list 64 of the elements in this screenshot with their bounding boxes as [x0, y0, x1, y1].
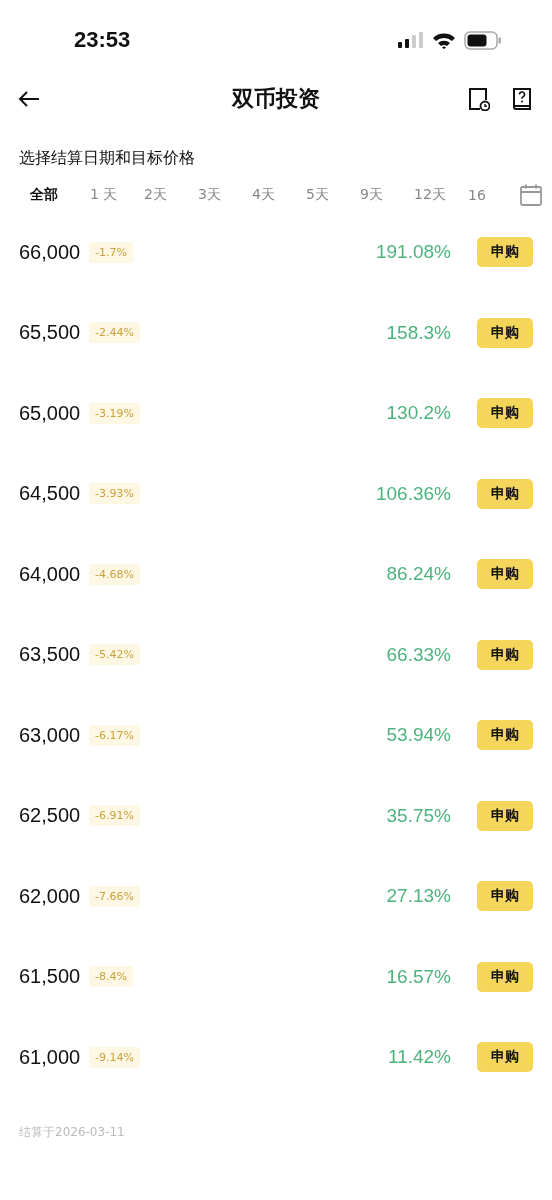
date-tab[interactable]: 全部	[30, 186, 90, 204]
apr-value: 86.24%	[386, 563, 451, 586]
change-tag: -4.68%	[89, 563, 140, 585]
target-price: 64,000	[19, 562, 82, 586]
apr-value: 66.33%	[386, 643, 451, 666]
section-heading: 选择结算日期和目标价格	[18, 147, 196, 169]
status-time: 23:53	[74, 27, 131, 53]
subscribe-button[interactable]: 申购	[477, 237, 533, 268]
subscribe-button[interactable]: 申购	[477, 639, 533, 670]
subscribe-button[interactable]: 申购	[477, 881, 533, 912]
change-tag: -8.4%	[89, 966, 133, 988]
target-price: 65,500	[19, 321, 82, 345]
date-tab[interactable]: 12天	[414, 186, 468, 204]
subscribe-button[interactable]: 申购	[477, 1042, 533, 1073]
change-tag: -7.66%	[89, 885, 140, 907]
change-tag: -3.93%	[89, 483, 140, 505]
change-tag: -1.7%	[89, 241, 133, 263]
date-tab[interactable]: 16	[468, 187, 522, 203]
apr-value: 53.94%	[386, 724, 451, 747]
target-price: 61,000	[19, 1045, 82, 1069]
subscribe-button[interactable]: 申购	[477, 559, 533, 590]
date-tab[interactable]: 3天	[198, 186, 252, 204]
apr-value: 158.3%	[386, 321, 451, 344]
date-tab[interactable]: 4天	[252, 186, 306, 204]
settlement-date: 结算于2026-03-11	[18, 1123, 126, 1141]
date-tab[interactable]: 5天	[306, 186, 360, 204]
target-price: 62,500	[19, 804, 82, 828]
apr-value: 16.57%	[386, 965, 451, 988]
subscribe-button[interactable]: 申购	[477, 961, 533, 992]
subscribe-button[interactable]: 申购	[477, 478, 533, 509]
apr-value: 191.08%	[376, 241, 451, 264]
date-tab[interactable]: 1 天	[90, 186, 144, 204]
change-tag: -6.17%	[89, 724, 140, 746]
change-tag: -5.42%	[89, 644, 140, 666]
date-tab[interactable]: 2天	[144, 186, 198, 204]
apr-value: 130.2%	[386, 402, 451, 425]
change-tag: -3.19%	[89, 402, 140, 424]
battery-icon	[464, 30, 502, 50]
change-tag: -9.14%	[89, 1046, 140, 1068]
subscribe-button[interactable]: 申购	[477, 720, 533, 751]
apr-value: 35.75%	[386, 804, 451, 827]
help-book-icon[interactable]	[512, 87, 532, 111]
target-price: 61,500	[19, 965, 82, 989]
target-price: 62,000	[19, 884, 82, 908]
change-tag: -2.44%	[89, 322, 140, 344]
target-price: 64,500	[19, 482, 82, 506]
target-price: 63,000	[19, 723, 82, 747]
document-clock-icon[interactable]	[468, 87, 490, 111]
apr-value: 106.36%	[376, 482, 451, 505]
apr-value: 11.42%	[387, 1046, 451, 1069]
calendar-icon[interactable]	[520, 184, 542, 206]
subscribe-button[interactable]: 申购	[477, 398, 533, 429]
page-title: 双币投资	[232, 85, 320, 113]
apr-value: 27.13%	[386, 885, 451, 908]
date-tab[interactable]: 9天	[360, 186, 414, 204]
subscribe-button[interactable]: 申购	[477, 317, 533, 348]
wifi-icon	[432, 31, 456, 49]
back-arrow-icon[interactable]	[18, 91, 40, 107]
target-price: 65,000	[19, 401, 82, 425]
target-price: 63,500	[19, 643, 82, 667]
target-price: 66,000	[19, 240, 82, 264]
signal-icon	[398, 32, 424, 48]
change-tag: -6.91%	[89, 805, 140, 827]
subscribe-button[interactable]: 申购	[477, 800, 533, 831]
